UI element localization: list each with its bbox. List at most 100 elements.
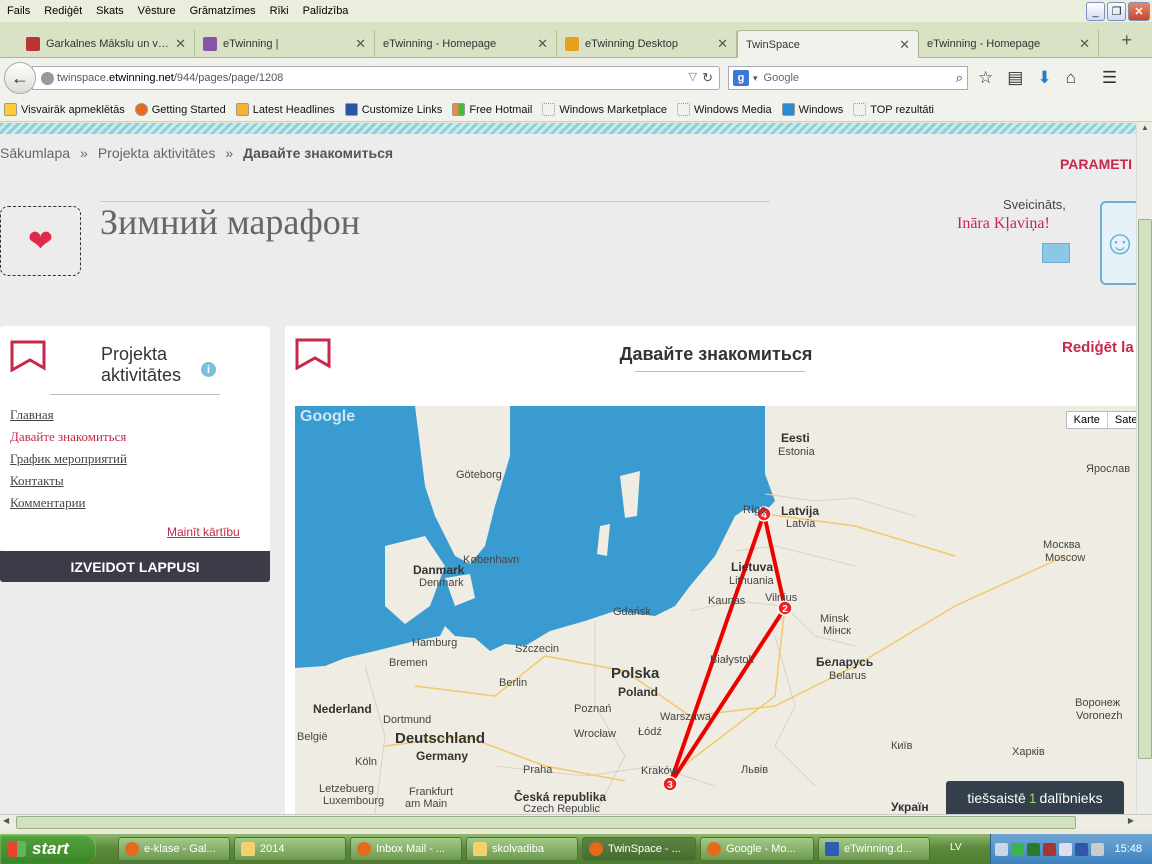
map-type-satellite[interactable]: Satel xyxy=(1108,412,1136,428)
breadcrumb-section[interactable]: Projekta aktivitātes xyxy=(98,145,216,161)
bookmark-getting-started[interactable]: Getting Started xyxy=(134,103,226,116)
bookmark-most-visited[interactable]: Visvairāk apmeklētās xyxy=(4,103,125,116)
scrollbar-thumb[interactable] xyxy=(16,816,1076,829)
mail-icon[interactable] xyxy=(1042,243,1070,263)
tab-close-icon[interactable]: ✕ xyxy=(355,36,366,52)
reload-icon[interactable]: ↻ xyxy=(702,70,713,86)
menu-icon[interactable]: ☰ xyxy=(1102,68,1117,88)
home-icon[interactable]: ⌂ xyxy=(1066,68,1076,88)
tab-etwinning-homepage-2[interactable]: eTwinning - Homepage ✕ xyxy=(919,30,1099,58)
engine-dropdown-icon[interactable]: ▾ xyxy=(753,73,758,84)
bookmark-free-hotmail[interactable]: Free Hotmail xyxy=(452,103,532,116)
network-icon[interactable] xyxy=(995,842,1009,856)
device-icon[interactable] xyxy=(1059,842,1073,856)
map-label: Warszawa xyxy=(660,711,711,723)
vertical-scrollbar[interactable]: ▲ xyxy=(1136,123,1152,814)
google-search-icon[interactable]: g xyxy=(733,70,749,86)
map-marker[interactable]: 3 xyxy=(662,776,678,792)
tab-close-icon[interactable]: ✕ xyxy=(717,36,728,52)
map-label: Praha xyxy=(523,764,553,776)
menu-view[interactable]: Skats xyxy=(89,5,131,17)
tab-close-icon[interactable]: ✕ xyxy=(175,36,186,52)
search-box[interactable]: g ▾ Google ⌕ xyxy=(728,66,968,90)
menu-history[interactable]: Vēsture xyxy=(131,5,183,17)
tab-etwinning[interactable]: eTwinning | ✕ xyxy=(195,30,375,58)
globe-icon xyxy=(41,72,54,85)
url-dropdown-icon[interactable]: ▽ xyxy=(689,70,697,83)
side-link-contacts[interactable]: Контакты xyxy=(10,473,64,489)
info-icon[interactable]: i xyxy=(201,362,216,377)
minimize-button[interactable]: _ xyxy=(1086,2,1105,21)
taskbar: start e-klase - Gal... 2014 Inbox Mail -… xyxy=(0,834,1152,864)
menu-tools[interactable]: Rīki xyxy=(263,5,296,17)
bookmark-windows[interactable]: Windows xyxy=(781,103,843,116)
download-icon[interactable]: ⬇ xyxy=(1037,68,1051,88)
scrollbar-thumb[interactable] xyxy=(1138,219,1152,759)
horizontal-scrollbar[interactable]: ◀ ▶ xyxy=(0,814,1152,830)
bookmark-label: Latest Headlines xyxy=(252,103,335,116)
clock[interactable]: 15:48 xyxy=(1114,843,1142,855)
tab-etwinning-homepage[interactable]: eTwinning - Homepage ✕ xyxy=(375,30,557,58)
menu-bookmarks[interactable]: Grāmatzīmes xyxy=(183,5,263,17)
edit-page-link[interactable]: Rediģēt la xyxy=(1062,339,1134,356)
antivirus-icon[interactable] xyxy=(1027,842,1041,856)
bookmark-windows-media[interactable]: Windows Media xyxy=(676,103,772,116)
taskbar-item-word[interactable]: eTwinning.d... xyxy=(818,837,930,861)
map[interactable]: 4 2 3 Google Karte Satel Eesti Estonia L… xyxy=(295,406,1136,814)
start-button[interactable]: start xyxy=(0,834,96,864)
system-tray: 15:48 xyxy=(990,834,1152,864)
firefox-icon xyxy=(125,842,139,856)
map-label: Мінск xyxy=(823,625,851,637)
menu-help[interactable]: Palīdzība xyxy=(296,5,356,17)
scroll-up-icon[interactable]: ▲ xyxy=(1137,123,1152,139)
online-members-badge[interactable]: tiešsaistē 1 dalībnieks xyxy=(946,781,1124,814)
search-icon[interactable]: ⌕ xyxy=(956,70,963,86)
side-link-schedule[interactable]: График мероприятий xyxy=(10,451,127,467)
reorder-link[interactable]: Mainīt kārtību xyxy=(167,525,240,539)
latvia-flag-icon[interactable] xyxy=(1043,842,1057,856)
bookmark-label: Customize Links xyxy=(361,103,443,116)
bluetooth-icon[interactable] xyxy=(1075,842,1089,856)
restore-button[interactable]: ❐ xyxy=(1107,2,1126,21)
parameters-link[interactable]: PARAMETI xyxy=(1060,156,1132,172)
bookmark-star-icon[interactable]: ☆ xyxy=(978,68,993,88)
taskbar-item-inbox[interactable]: Inbox Mail - ... xyxy=(350,837,462,861)
taskbar-item-google[interactable]: Google - Mo... xyxy=(700,837,814,861)
language-indicator[interactable]: LV xyxy=(950,842,962,853)
page-content: Sākumlapa » Projekta aktivitātes » Давай… xyxy=(0,123,1136,814)
url-bar[interactable]: twinspace. etwinning.net/944/pages/page/1… xyxy=(32,66,720,90)
tab-etwinning-desktop[interactable]: eTwinning Desktop ✕ xyxy=(557,30,737,58)
bookmark-windows-marketplace[interactable]: Windows Marketplace xyxy=(542,103,667,116)
close-button[interactable]: ✕ xyxy=(1128,2,1150,21)
scroll-right-icon[interactable]: ▶ xyxy=(1128,816,1134,825)
tab-garkalnes[interactable]: Garkalnes Mākslu un vis... ✕ xyxy=(18,30,195,58)
google-logo: Google xyxy=(300,408,356,425)
back-button[interactable]: ← xyxy=(4,62,36,94)
taskbar-item-skolvadiba[interactable]: skolvadiba xyxy=(466,837,578,861)
taskbar-item-twinspace[interactable]: TwinSpace - ... xyxy=(582,837,696,861)
side-link-introductions[interactable]: Давайте знакомиться xyxy=(10,429,126,445)
bookmark-latest-headlines[interactable]: Latest Headlines xyxy=(235,103,335,116)
bookmark-top-results[interactable]: TOP rezultāti xyxy=(853,103,934,116)
user-name[interactable]: Ināra Kļaviņa! xyxy=(957,215,1050,233)
security-icon[interactable] xyxy=(1011,842,1025,856)
tab-close-icon[interactable]: ✕ xyxy=(1079,36,1090,52)
tab-close-icon[interactable]: ✕ xyxy=(537,36,548,52)
menu-edit[interactable]: Rediģēt xyxy=(37,5,89,17)
taskbar-item-eklase[interactable]: e-klase - Gal... xyxy=(118,837,230,861)
avatar[interactable]: ☺ xyxy=(1100,201,1136,285)
new-tab-icon[interactable]: + xyxy=(1121,30,1132,51)
bookmark-customize-links[interactable]: Customize Links xyxy=(344,103,443,116)
menu-file[interactable]: Fails xyxy=(0,5,37,17)
tab-close-icon[interactable]: ✕ xyxy=(899,37,910,53)
taskbar-item-2014[interactable]: 2014 xyxy=(234,837,346,861)
side-link-main[interactable]: Главная xyxy=(10,407,54,423)
tab-twinspace[interactable]: TwinSpace ✕ xyxy=(737,30,919,58)
side-link-comments[interactable]: Комментарии xyxy=(10,495,85,511)
volume-icon[interactable] xyxy=(1091,842,1105,856)
bookmarks-menu-icon[interactable]: ▤ xyxy=(1007,68,1023,88)
map-type-map[interactable]: Karte xyxy=(1067,412,1108,428)
breadcrumb-home[interactable]: Sākumlapa xyxy=(0,145,70,161)
create-page-button[interactable]: IZVEIDOT LAPPUSI xyxy=(0,551,270,582)
scroll-left-icon[interactable]: ◀ xyxy=(3,816,9,825)
